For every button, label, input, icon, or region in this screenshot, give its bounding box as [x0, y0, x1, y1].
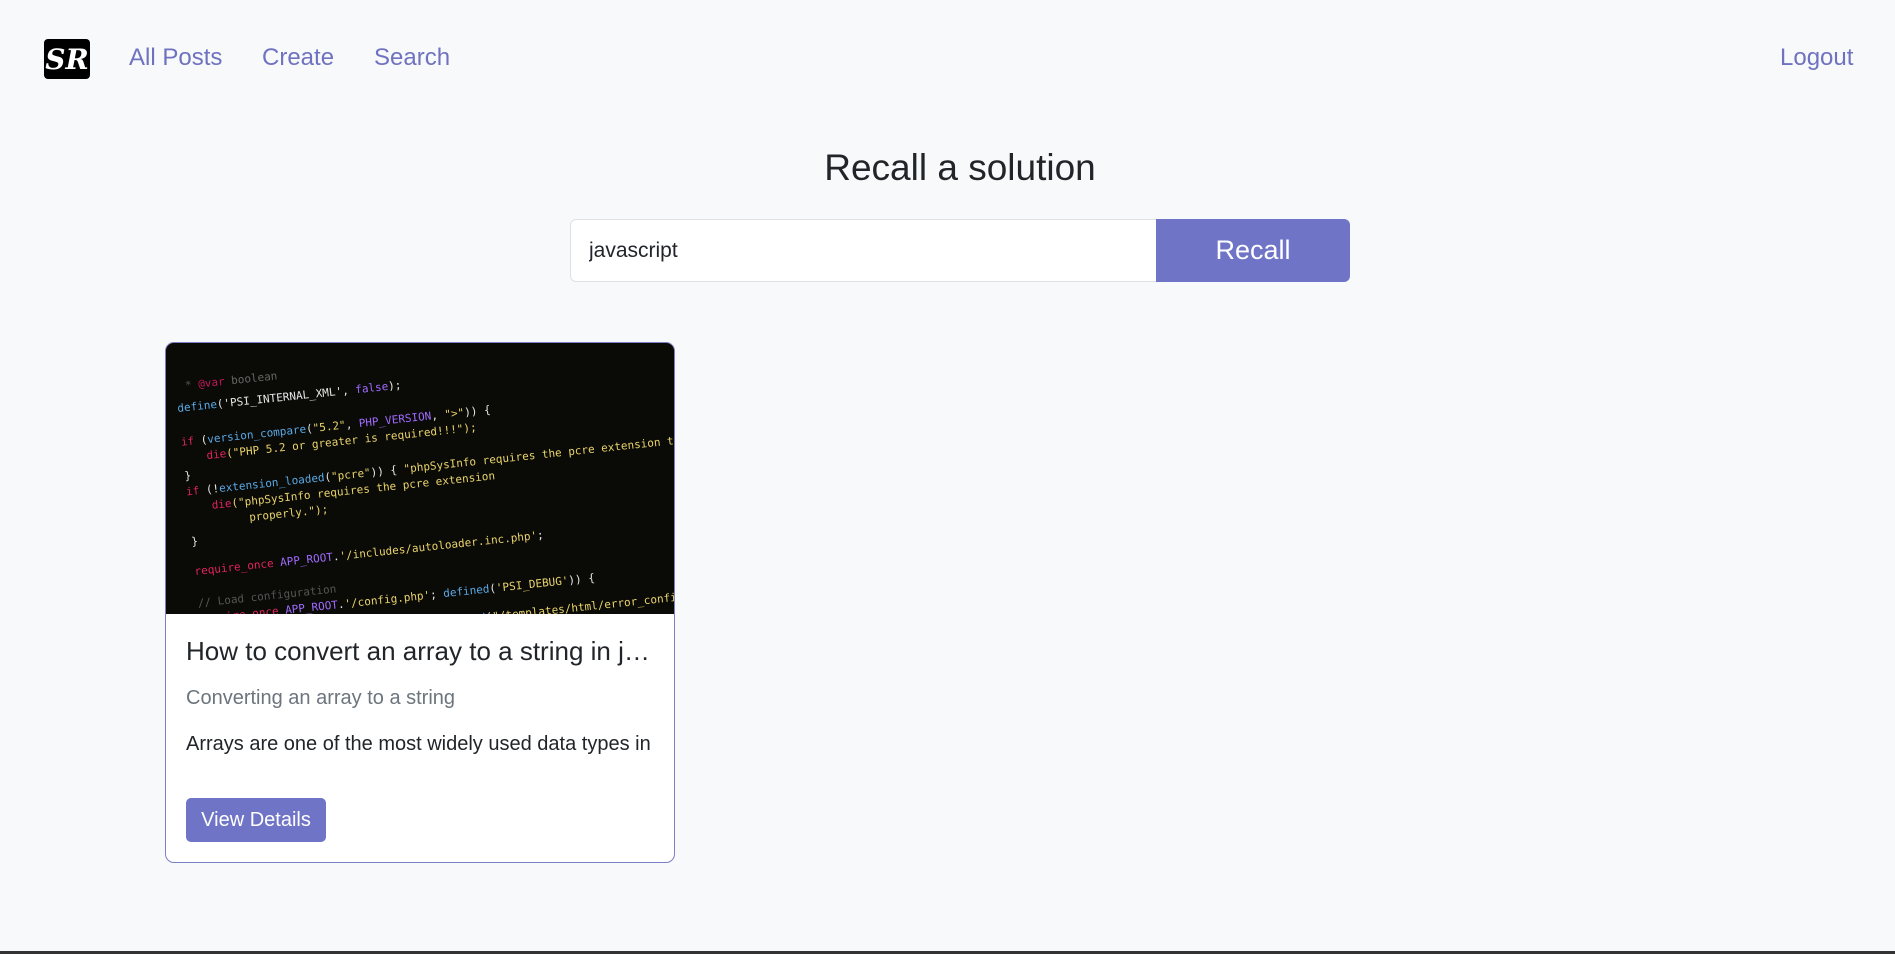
- site-logo[interactable]: SR: [44, 39, 90, 79]
- card-image: * @var boolean define('PSI_INTERNAL_XML'…: [166, 343, 674, 614]
- result-card: * @var boolean define('PSI_INTERNAL_XML'…: [165, 342, 675, 863]
- page-title: Recall a solution: [824, 147, 1096, 188]
- recall-button[interactable]: Recall: [1156, 219, 1350, 282]
- card-subtitle: Converting an array to a string: [186, 687, 456, 709]
- view-details-button[interactable]: View Details: [186, 798, 326, 842]
- nav-create[interactable]: Create: [262, 43, 334, 73]
- nav-all-posts[interactable]: All Posts: [129, 43, 222, 73]
- svg-text:}: }: [184, 469, 192, 483]
- navbar: SR All Posts Create Search Logout: [0, 0, 1895, 116]
- card-title[interactable]: How to convert an array to a string in j…: [186, 634, 656, 668]
- card-excerpt: Arrays are one of the most widely used d…: [186, 733, 651, 755]
- nav-logout[interactable]: Logout: [1780, 43, 1853, 73]
- nav-search[interactable]: Search: [374, 43, 450, 73]
- search-input[interactable]: [570, 219, 1156, 282]
- code-screenshot-image: * @var boolean define('PSI_INTERNAL_XML'…: [166, 343, 674, 614]
- logo-text: SR: [45, 43, 89, 76]
- sr-logo-icon: SR: [45, 43, 89, 76]
- search-form: Recall: [570, 219, 1350, 282]
- svg-text:}: }: [191, 535, 199, 549]
